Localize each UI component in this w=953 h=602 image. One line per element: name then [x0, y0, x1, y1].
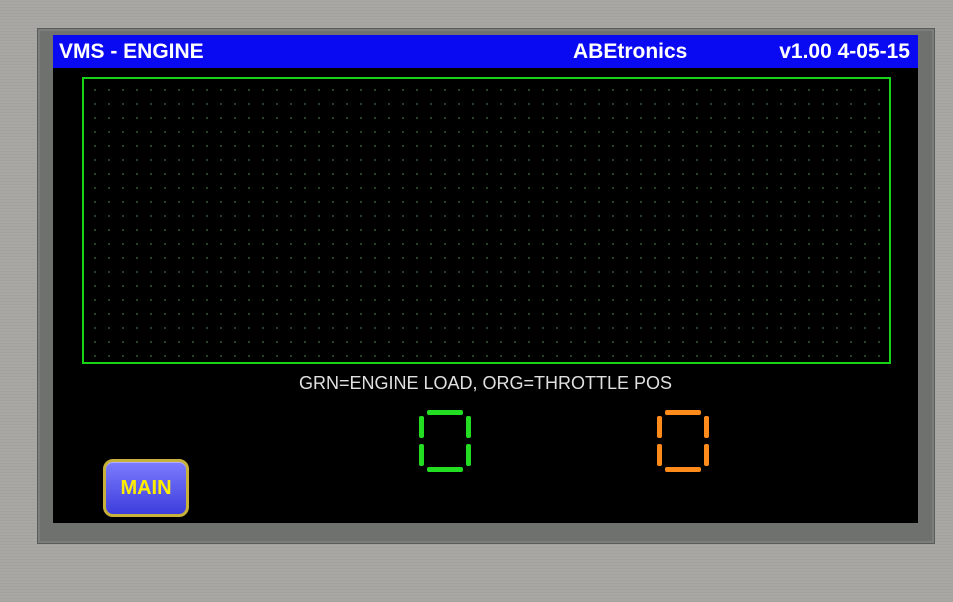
throttle-pos-digit-segments — [657, 410, 709, 472]
version-label: v1.00 4-05-15 — [779, 40, 910, 63]
brand-label: ABEtronics — [573, 40, 688, 63]
engine-load-readout: 0 — [419, 410, 471, 472]
main-button[interactable]: MAIN — [103, 459, 189, 517]
engine-load-digit-segments — [419, 410, 471, 472]
throttle-pos-readout: 0 — [657, 410, 709, 472]
graph-legend: GRN=ENGINE LOAD, ORG=THROTTLE POS — [298, 373, 673, 393]
screen: VMS - ENGINE ABEtronics v1.00 4-05-15 GR… — [53, 35, 918, 523]
app-title: VMS - ENGINE — [59, 40, 204, 63]
title-bar: VMS - ENGINE ABEtronics v1.00 4-05-15 — [53, 35, 918, 68]
main-button-label: MAIN — [120, 476, 172, 499]
trend-graph — [82, 77, 891, 364]
